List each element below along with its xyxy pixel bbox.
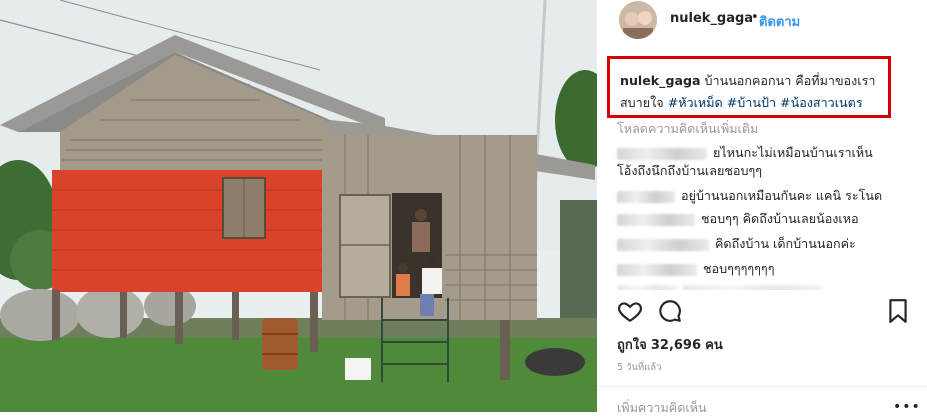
action-bar (617, 298, 917, 328)
hashtag[interactable]: #บ้านป้า (727, 95, 776, 110)
post-timestamp: 5 วันที่แล้ว (617, 362, 662, 373)
caption-line-1: nulek_gaga บ้านนอกคอกนา คือที่มาของเรา (620, 70, 888, 92)
divider (597, 386, 927, 387)
follow-button[interactable]: ติดตาม (759, 11, 800, 32)
caption-highlight-box: nulek_gaga บ้านนอกคอกนา คือที่มาของเรา ส… (607, 56, 891, 118)
comment-row-cut-off (617, 282, 829, 290)
blurred-username (617, 263, 697, 276)
post-header: nulek_gaga • ติดตาม (597, 0, 927, 40)
avatar[interactable] (619, 1, 657, 39)
caption-username[interactable]: nulek_gaga (620, 73, 701, 88)
hashtag[interactable]: #หัวเหม็ด (668, 95, 723, 110)
likes-label: ถูกใจ (617, 338, 647, 353)
comment-row: โอ้งถึงนึกถึงบ้านเลยชอบๆๆ (617, 161, 762, 181)
comment-text: คิดถึงบ้าน เด็กบ้านนอกค่ะ (715, 236, 856, 251)
comment-text: ยไหนกะไม่เหมือนบ้านเราเห็น (713, 145, 873, 160)
avatar-image (619, 1, 657, 39)
heart-icon[interactable] (617, 298, 643, 324)
caption-line-2: สบายใจ #หัวเหม็ด #บ้านป้า #น้องสาวเนตร (620, 92, 888, 114)
likes-number: 32,696 (650, 338, 702, 353)
comment-text: ชอบๆๆ คิดถึงบ้านเลยน้องเหอ (701, 211, 859, 226)
comment-text: ชอบๆๆๆๆๆๆๆ (703, 261, 775, 276)
hashtag[interactable]: #น้องสาวเนตร (780, 95, 863, 110)
comment-row: คิดถึงบ้าน เด็กบ้านนอกค่ะ (617, 234, 856, 254)
comment-row: ชอบๆๆๆๆๆๆๆ (617, 259, 774, 279)
speech-bubble-icon[interactable] (657, 298, 683, 324)
likes-unit: คน (705, 338, 723, 353)
blurred-username (617, 190, 675, 203)
blurred-username (617, 213, 695, 226)
caption-text-1: บ้านนอกคอกนา คือที่มาของเรา (704, 73, 876, 88)
blurred-comment (683, 284, 823, 290)
separator-dot: • (751, 10, 759, 25)
post-photo[interactable] (0, 0, 597, 412)
wooden-house-photo (0, 0, 597, 412)
bookmark-icon[interactable] (885, 298, 911, 324)
comment-row: ยไหนกะไม่เหมือนบ้านเราเห็น (617, 143, 873, 163)
comment-text: โอ้งถึงนึกถึงบ้านเลยชอบๆๆ (617, 163, 762, 178)
more-options-icon[interactable]: ••• (893, 399, 921, 415)
blurred-username (617, 238, 709, 251)
post-sidebar: nulek_gaga • ติดตาม nulek_gaga บ้านนอกคอ… (597, 0, 927, 415)
comment-text: อยู่บ้านนอกเหมือนกันคะ แคนิ ระโนด (681, 188, 883, 203)
load-more-comments[interactable]: โหลดความคิดเห็นเพิ่มเติม (617, 119, 758, 139)
likes-count[interactable]: ถูกใจ 32,696 คน (617, 334, 723, 355)
add-comment-input[interactable]: เพิ่มความคิดเห็น (617, 398, 707, 418)
blurred-username (617, 147, 707, 160)
comment-row: อยู่บ้านนอกเหมือนกันคะ แคนิ ระโนด (617, 186, 882, 206)
comment-row: ชอบๆๆ คิดถึงบ้านเลยน้องเหอ (617, 209, 859, 229)
caption-text-2: สบายใจ (620, 95, 664, 110)
blurred-username (617, 284, 677, 290)
username[interactable]: nulek_gaga (670, 11, 753, 26)
